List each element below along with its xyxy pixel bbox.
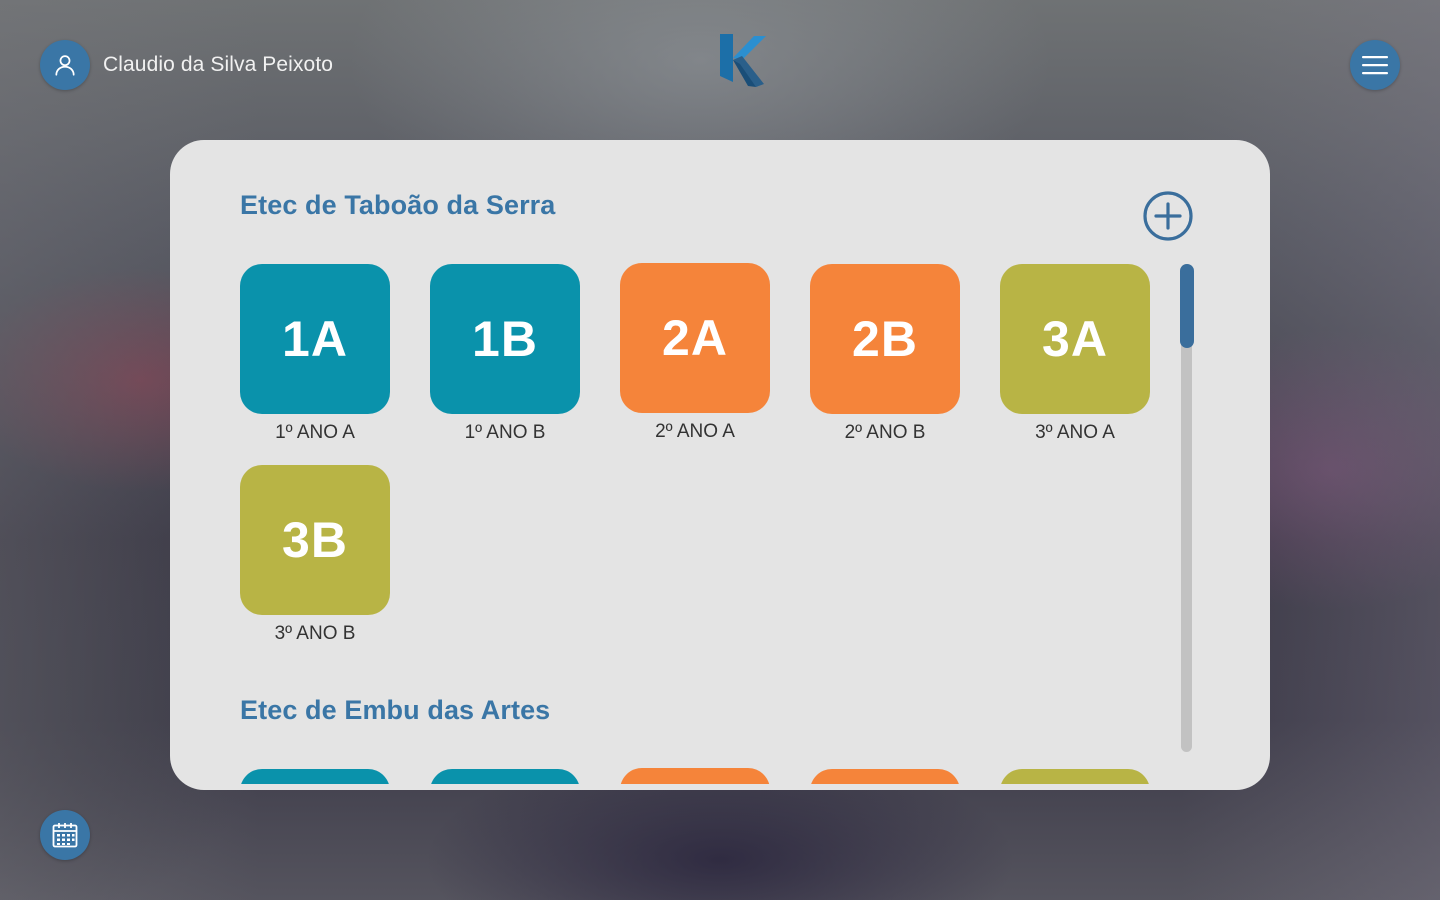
class-tile-1a[interactable]: 1A 1º ANO A bbox=[240, 264, 390, 444]
class-badge[interactable] bbox=[240, 769, 390, 784]
user-icon bbox=[55, 55, 75, 76]
class-tile[interactable] bbox=[1000, 769, 1150, 784]
classes-panel: Etec de Taboão da Serra 1A 1º ANO A 1B 1… bbox=[170, 140, 1270, 790]
class-label: 1º ANO B bbox=[464, 422, 546, 443]
calendar-button[interactable] bbox=[40, 810, 90, 860]
k-logo-icon bbox=[720, 34, 766, 87]
class-badge[interactable]: 1B bbox=[430, 264, 580, 414]
hamburger-menu-icon bbox=[1362, 56, 1388, 75]
class-badge[interactable] bbox=[1000, 769, 1150, 784]
class-label: 2º ANO B bbox=[844, 422, 926, 443]
class-badge[interactable]: 3A bbox=[1000, 264, 1150, 414]
menu-button[interactable] bbox=[1350, 40, 1400, 90]
user-profile[interactable]: Claudio da Silva Peixoto bbox=[40, 40, 333, 90]
class-tile[interactable] bbox=[620, 768, 770, 784]
class-label: 3º ANO B bbox=[274, 623, 356, 644]
add-class-button[interactable] bbox=[1143, 191, 1193, 241]
user-name: Claudio da Silva Peixoto bbox=[103, 53, 334, 76]
class-tile[interactable] bbox=[810, 769, 960, 784]
class-badge[interactable]: 1A bbox=[240, 264, 390, 414]
plus-circle-icon bbox=[1143, 191, 1193, 241]
class-badge[interactable] bbox=[430, 769, 580, 784]
class-badge[interactable] bbox=[620, 768, 770, 784]
scrollbar-thumb[interactable] bbox=[1180, 264, 1194, 348]
class-tile[interactable] bbox=[240, 769, 390, 784]
class-tile-3b[interactable]: 3B 3º ANO B bbox=[240, 465, 390, 645]
class-badge[interactable]: 3B bbox=[240, 465, 390, 615]
class-tile-3a[interactable]: 3A 3º ANO A bbox=[1000, 264, 1150, 444]
class-tile-1b[interactable]: 1B 1º ANO B bbox=[430, 264, 580, 444]
class-tile-2a[interactable]: 2A 2º ANO A bbox=[620, 263, 770, 443]
class-label: 2º ANO A bbox=[655, 421, 735, 442]
class-label: 1º ANO A bbox=[275, 422, 355, 443]
classes-scroll-area[interactable]: Etec de Taboão da Serra 1A 1º ANO A 1B 1… bbox=[240, 140, 1170, 784]
user-avatar-button[interactable] bbox=[40, 40, 90, 90]
class-label: 3º ANO A bbox=[1035, 422, 1115, 443]
class-tile[interactable] bbox=[430, 769, 580, 784]
class-tile-2b[interactable]: 2B 2º ANO B bbox=[810, 264, 960, 444]
calendar-icon bbox=[52, 823, 78, 848]
school-title-embu: Etec de Embu das Artes bbox=[240, 695, 551, 725]
scrollbar-track[interactable] bbox=[1180, 264, 1194, 752]
class-badge[interactable]: 2B bbox=[810, 264, 960, 414]
class-badge[interactable]: 2A bbox=[620, 263, 770, 413]
school-title-taboao: Etec de Taboão da Serra bbox=[240, 190, 556, 220]
class-badge[interactable] bbox=[810, 769, 960, 784]
